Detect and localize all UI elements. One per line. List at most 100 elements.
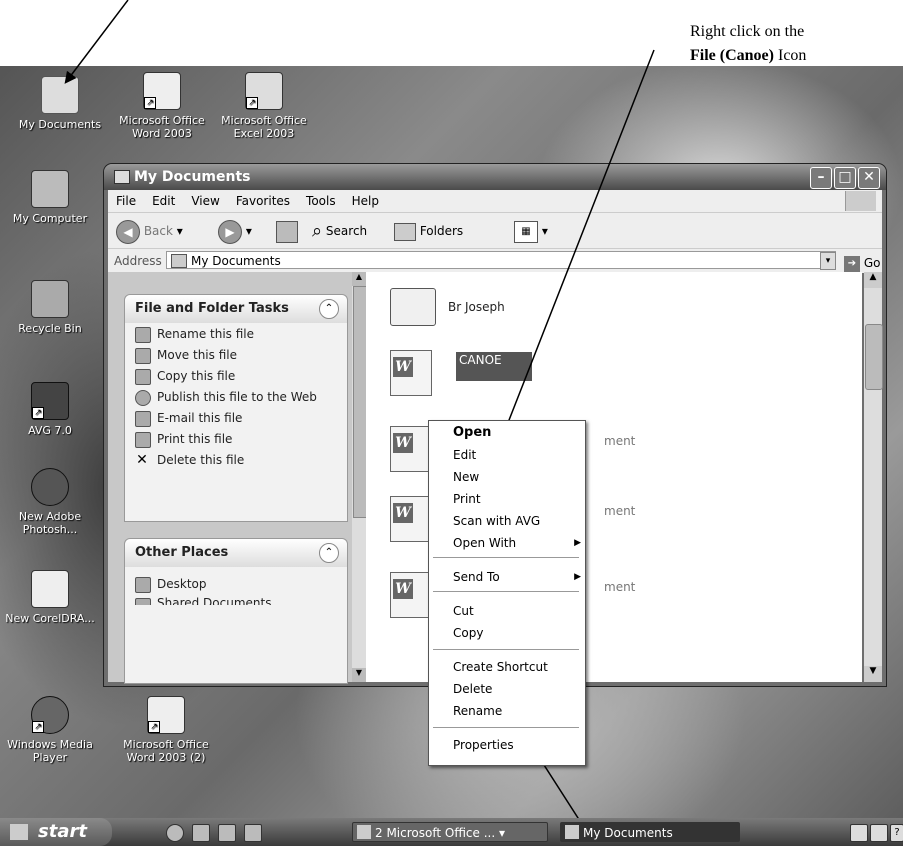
folders-icon (394, 222, 416, 241)
folders-label: Folders (419, 224, 464, 238)
menu-item-properties[interactable]: Properties (453, 735, 514, 755)
desktop-icon-my-documents[interactable]: My Documents (10, 76, 110, 131)
desktop-icon-recycle-bin[interactable]: Recycle Bin (0, 280, 100, 335)
menu-item-cut[interactable]: Cut (453, 601, 474, 621)
windows-flag-icon (845, 191, 876, 211)
window-title: My Documents (134, 169, 251, 185)
scroll-thumb[interactable] (353, 286, 367, 518)
close-button[interactable]: ✕ (858, 167, 880, 189)
views-icon: ▦ (514, 220, 538, 243)
menu-favorites[interactable]: Favorites (236, 194, 290, 208)
task-print[interactable]: Print this file (125, 428, 347, 449)
excel-icon: ↗ (245, 72, 283, 110)
search-button[interactable]: ⌕ Search (312, 219, 367, 243)
panel-header[interactable]: File and Folder Tasks ⌃ (125, 295, 347, 323)
task-rename[interactable]: Rename this file (125, 323, 347, 344)
menu-item-create-shortcut[interactable]: Create Shortcut (453, 657, 548, 677)
printer-icon[interactable] (244, 824, 262, 842)
menu-item-new[interactable]: New (453, 467, 479, 487)
scroll-thumb[interactable] (865, 324, 883, 390)
menu-item-edit[interactable]: Edit (453, 445, 476, 465)
menu-item-scan-avg[interactable]: Scan with AVG (453, 511, 540, 531)
menu-help[interactable]: Help (352, 194, 379, 208)
menu-file[interactable]: File (116, 194, 136, 208)
menu-edit[interactable]: Edit (152, 194, 175, 208)
other-places-panel: Other Places ⌃ Desktop Shared Documents (124, 538, 348, 684)
file-item-canoe[interactable]: W CANOE (390, 350, 590, 400)
printer-icon (135, 432, 151, 448)
back-label: Back (143, 224, 173, 238)
app-icon[interactable] (218, 824, 236, 842)
menu-separator (433, 649, 579, 650)
file-name: CANOE (456, 352, 532, 381)
place-desktop[interactable]: Desktop (125, 573, 347, 594)
maximize-button[interactable]: □ (834, 167, 856, 189)
start-label: start (38, 821, 87, 842)
menu-item-rename[interactable]: Rename (453, 701, 502, 721)
scroll-down-arrow-icon[interactable]: ▼ (352, 668, 366, 682)
desktop-icon-media-player[interactable]: ↗ Windows Media Player (0, 696, 100, 764)
email-icon (135, 411, 151, 427)
address-value: My Documents (191, 254, 281, 268)
panel-header[interactable]: Other Places ⌃ (125, 539, 347, 567)
tasks-scrollbar[interactable]: ▲ ▼ (352, 272, 367, 682)
tray-icon-1[interactable] (850, 824, 868, 842)
back-button[interactable]: ◀ Back ▾ (116, 219, 183, 244)
address-field[interactable]: My Documents (166, 251, 836, 269)
desktop-icon-coreldraw[interactable]: New CorelDRA... (0, 570, 100, 625)
menu-item-open-with[interactable]: Open With ▶ (453, 533, 581, 553)
menu-item-copy[interactable]: Copy (453, 623, 483, 643)
desktop-icon-excel[interactable]: ↗ Microsoft Office Excel 2003 (214, 72, 314, 140)
task-label: Rename this file (157, 327, 255, 341)
recycle-bin-icon (31, 280, 69, 318)
task-label: E-mail this file (157, 411, 243, 425)
minimize-button[interactable]: – (810, 167, 832, 189)
menu-item-send-to[interactable]: Send To ▶ (453, 567, 581, 587)
task-delete[interactable]: ✕ Delete this file (125, 449, 347, 470)
desktop-icon-word-2[interactable]: ↗ Microsoft Office Word 2003 (2) (116, 696, 216, 764)
place-shared-documents[interactable]: Shared Documents (125, 594, 347, 605)
task-email[interactable]: E-mail this file (125, 407, 347, 428)
collapse-chevron-icon[interactable]: ⌃ (319, 543, 339, 563)
up-folder-button[interactable] (276, 219, 298, 243)
up-folder-icon (276, 220, 298, 243)
title-bar[interactable]: My Documents – □ ✕ (104, 164, 886, 190)
collapse-chevron-icon[interactable]: ⌃ (319, 299, 339, 319)
taskbar-item-word[interactable]: 2 Microsoft Office ... ▾ (352, 822, 548, 842)
word-icon[interactable] (192, 824, 210, 842)
desktop-icon-photoshop[interactable]: New Adobe Photosh... (0, 468, 100, 536)
avg-icon: ↗ (31, 382, 69, 420)
folders-button[interactable]: Folders (394, 219, 463, 243)
scroll-up-arrow-icon[interactable]: ▲ (352, 272, 366, 286)
file-item-br-joseph[interactable]: Br Joseph (390, 288, 590, 332)
annotation-line-1: Right click on the (690, 23, 805, 40)
start-button[interactable]: start (0, 818, 112, 846)
desktop-icon-my-computer[interactable]: My Computer (0, 170, 100, 225)
menu-separator (433, 591, 579, 592)
task-publish[interactable]: Publish this file to the Web (125, 386, 347, 407)
help-icon[interactable]: ? (890, 824, 903, 842)
menu-item-delete[interactable]: Delete (453, 679, 492, 699)
task-move[interactable]: Move this file (125, 344, 347, 365)
ie-icon[interactable] (166, 824, 184, 842)
menu-item-print[interactable]: Print (453, 489, 481, 509)
task-copy[interactable]: Copy this file (125, 365, 347, 386)
desktop-icon-label: AVG 7.0 (28, 424, 72, 437)
desktop-icon-word[interactable]: ↗ Microsoft Office Word 2003 (112, 72, 212, 140)
taskbar-item-my-documents[interactable]: My Documents (560, 822, 740, 842)
toolbar: ◀ Back ▾ ▶ ▾ ⌕ Search Folders ▦ ▾ (108, 212, 882, 249)
address-dropdown-icon[interactable]: ▾ (820, 252, 836, 270)
forward-button[interactable]: ▶ ▾ (218, 219, 252, 244)
tray-icon-2[interactable] (870, 824, 888, 842)
menu-view[interactable]: View (191, 194, 219, 208)
file-list-scrollbar[interactable]: ▲ ▼ (864, 272, 883, 682)
menu-item-open[interactable]: Open (453, 423, 491, 443)
views-button[interactable]: ▦ ▾ (514, 219, 548, 243)
scroll-up-arrow-icon[interactable]: ▲ (864, 272, 882, 288)
menu-tools[interactable]: Tools (306, 194, 336, 208)
tasks-pane: File and Folder Tasks ⌃ Rename this file … (108, 272, 362, 684)
desktop-icon-avg[interactable]: ↗ AVG 7.0 (0, 382, 100, 437)
folder-icon (390, 288, 436, 326)
go-label: Go (863, 256, 881, 270)
scroll-down-arrow-icon[interactable]: ▼ (864, 666, 882, 682)
